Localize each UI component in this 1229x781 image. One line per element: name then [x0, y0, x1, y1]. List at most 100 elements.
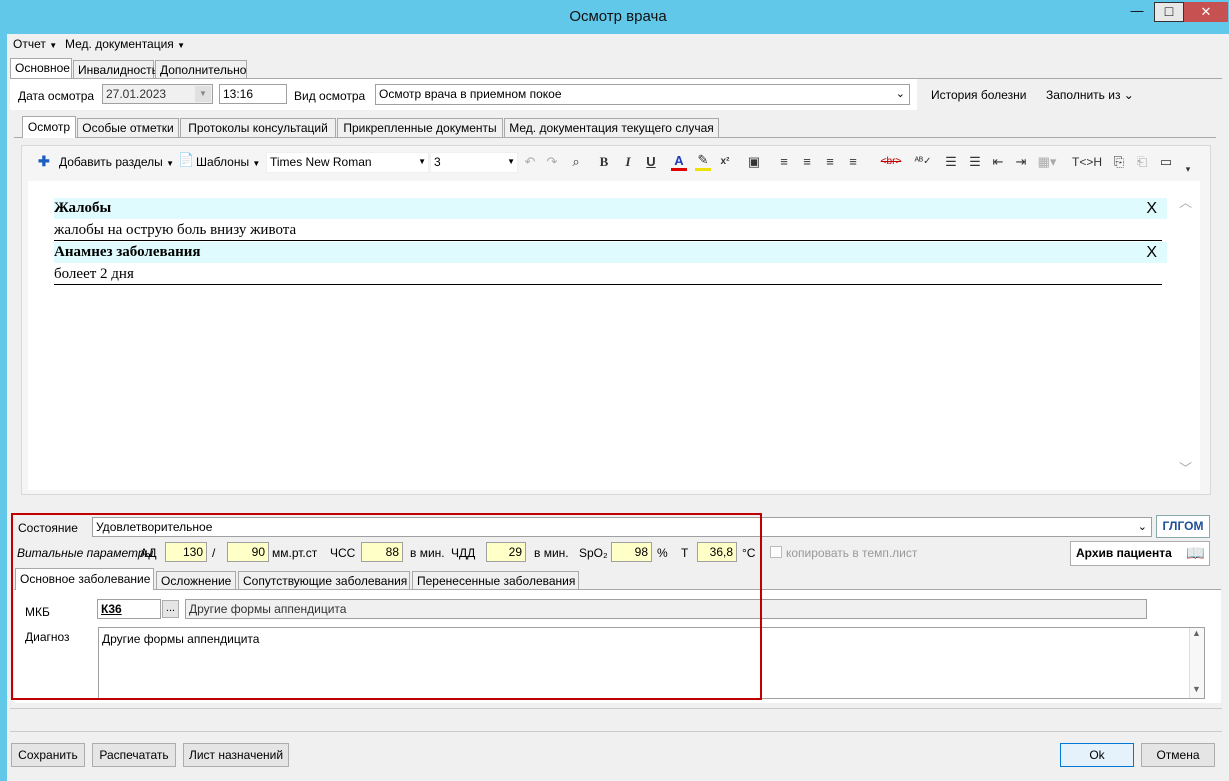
chevron-down-icon: ⌄	[1123, 88, 1134, 102]
exam-date-value: 27.01.2023	[106, 87, 167, 101]
add-sections-label: Добавить разделы	[59, 155, 163, 169]
cancel-button[interactable]: Отмена	[1141, 743, 1215, 767]
tab-special-notes[interactable]: Особые отметки	[77, 118, 179, 137]
menu-report-label: Отчет	[13, 37, 46, 51]
glgom-logo-button[interactable]: ГЛГОМ	[1156, 515, 1210, 538]
templates-button[interactable]: Шаблоны ▼	[196, 154, 260, 172]
history-button[interactable]: История болезни	[931, 87, 1026, 103]
font-size-value: 3	[434, 155, 441, 169]
section-text[interactable]: жалобы на острую боль внизу живота	[54, 220, 296, 240]
window-title: Осмотр врача	[569, 8, 667, 25]
align-right-icon[interactable]: ≡	[822, 153, 838, 171]
menu-meddoc-label: Мед. документация	[65, 37, 174, 51]
underline-button[interactable]: U	[644, 153, 658, 171]
scroll-up-icon[interactable]: ▲	[1192, 628, 1201, 638]
font-value: Times New Roman	[270, 155, 372, 169]
dropdown-arrow-icon: ▼	[166, 159, 174, 168]
scroll-down-icon[interactable]: ▼	[1192, 684, 1201, 694]
exam-date-field[interactable]: 27.01.2023 ▼	[102, 84, 213, 104]
tab-exam[interactable]: Осмотр	[22, 116, 76, 138]
prescriptions-button[interactable]: Лист назначений	[183, 743, 289, 767]
font-select[interactable]: Times New Roman ▼	[266, 152, 429, 173]
exam-type-label: Вид осмотра	[294, 89, 366, 103]
align-center-icon[interactable]: ≡	[799, 153, 815, 171]
diagnosis-scrollbar[interactable]: ▲ ▼	[1189, 628, 1204, 698]
bold-button[interactable]: B	[597, 153, 611, 171]
save-button[interactable]: Сохранить	[11, 743, 85, 767]
print-button[interactable]: Распечатать	[92, 743, 176, 767]
numbered-list-icon[interactable]: ☰	[943, 153, 959, 171]
scroll-up-icon[interactable]: ︿	[1179, 192, 1192, 211]
paste-icon[interactable]: ⎗	[1134, 153, 1150, 171]
indent-icon[interactable]: ⇥	[1013, 153, 1029, 171]
section-divider	[54, 240, 1162, 241]
minimize-button[interactable]: —	[1122, 0, 1152, 22]
italic-button[interactable]: I	[621, 153, 635, 171]
patient-archive-button[interactable]: Архив пациента 📖	[1070, 541, 1210, 566]
templates-label: Шаблоны	[196, 155, 250, 169]
template-icon: 📄	[178, 152, 195, 167]
dropdown-arrow-icon: ▼	[507, 157, 515, 166]
tab-additional[interactable]: Дополнительно	[155, 60, 247, 78]
book-icon: 📖	[1186, 545, 1205, 562]
section-text[interactable]: болеет 2 дня	[54, 264, 134, 284]
tab-current-case-docs[interactable]: Мед. документация текущего случая	[504, 118, 719, 137]
dropdown-arrow-icon: ▼	[418, 157, 426, 166]
spellcheck-icon[interactable]: ᴬᴮ✓	[914, 153, 932, 171]
exam-type-value: Осмотр врача в приемном покое	[379, 87, 562, 101]
tab-disability[interactable]: Инвалидность	[73, 60, 158, 78]
maximize-button[interactable]: □	[1154, 2, 1184, 22]
main-window: Осмотр врача — □ ✕ Отчет ▼ Мед. документ…	[7, 0, 1229, 781]
image-icon[interactable]: ▣	[746, 153, 762, 171]
copy-icon[interactable]: ⎘	[1111, 153, 1127, 171]
section-title: Анамнез заболевания	[54, 244, 201, 260]
highlight-frame	[11, 513, 762, 700]
dropdown-arrow-icon: ▼	[177, 41, 186, 50]
outdent-icon[interactable]: ⇤	[990, 153, 1006, 171]
calendar-dropdown-icon[interactable]: ▼	[195, 86, 211, 102]
line-break-button[interactable]: <br>	[873, 153, 909, 171]
exam-type-select[interactable]: Осмотр врача в приемном покое ⌄	[375, 84, 910, 105]
copy-to-temp-label: копировать в темп.лист	[786, 546, 918, 560]
remove-section-button[interactable]: X	[1146, 242, 1157, 263]
fill-from-button[interactable]: Заполнить из ⌄	[1046, 87, 1134, 103]
field-icon[interactable]: ▭	[1157, 153, 1175, 171]
transliterate-button[interactable]: T<>H	[1069, 153, 1105, 171]
align-left-icon[interactable]: ≡	[776, 153, 792, 171]
tab-consult-protocols[interactable]: Протоколы консультаций	[180, 118, 336, 137]
close-button[interactable]: ✕	[1184, 2, 1228, 22]
chevron-down-icon: ⌄	[1137, 521, 1147, 533]
remove-section-button[interactable]: X	[1146, 198, 1157, 219]
superscript-button[interactable]: x²	[717, 153, 733, 171]
bullet-list-icon[interactable]: ☰	[967, 153, 983, 171]
section-title: Жалобы	[54, 200, 112, 216]
section-header-complaints: Жалобы X	[54, 198, 1167, 219]
highlight-icon[interactable]: ✎	[695, 153, 711, 171]
overflow-icon[interactable]: ▾	[1182, 160, 1194, 178]
exam-date-label: Дата осмотра	[18, 89, 95, 103]
section-header-anamnesis: Анамнез заболевания X	[54, 242, 1167, 263]
title-bar: Осмотр врача	[7, 0, 1229, 34]
patient-archive-label: Архив пациента	[1076, 546, 1172, 560]
copy-to-temp-checkbox[interactable]	[770, 546, 782, 558]
tab-main[interactable]: Основное	[10, 58, 72, 78]
undo-icon[interactable]: ↶	[522, 153, 538, 171]
font-size-select[interactable]: 3 ▼	[430, 152, 518, 173]
section-divider	[54, 284, 1162, 285]
ok-button[interactable]: Ok	[1060, 743, 1134, 767]
find-icon[interactable]: ⌕	[567, 153, 585, 171]
menu-meddoc[interactable]: Мед. документация ▼	[65, 36, 185, 54]
fill-from-label: Заполнить из	[1046, 88, 1121, 102]
dropdown-arrow-icon: ▼	[252, 159, 261, 168]
exam-time-field[interactable]: 13:16	[219, 84, 287, 104]
dropdown-arrow-icon: ▼	[49, 41, 58, 50]
scroll-down-icon[interactable]: ﹀	[1179, 458, 1192, 477]
chevron-down-icon: ⌄	[895, 88, 905, 100]
table-icon[interactable]: ▦▾	[1035, 153, 1059, 171]
menu-report[interactable]: Отчет ▼	[13, 36, 57, 54]
add-sections-button[interactable]: Добавить разделы ▼	[59, 154, 174, 172]
tab-attached-docs[interactable]: Прикрепленные документы	[337, 118, 503, 137]
text-color-button[interactable]: A	[671, 153, 687, 171]
align-justify-icon[interactable]: ≡	[845, 153, 861, 171]
redo-icon[interactable]: ↷	[544, 153, 560, 171]
